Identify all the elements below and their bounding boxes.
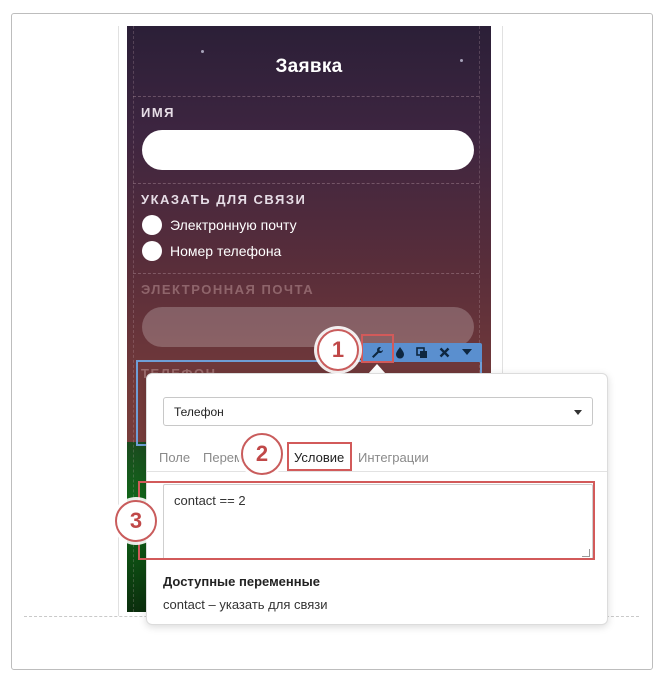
block-separator [133,183,479,184]
email-input[interactable] [142,307,474,347]
callout-3: 3 [115,500,157,542]
close-icon[interactable] [436,345,452,361]
star-decoration [201,50,204,53]
copy-icon[interactable] [414,345,430,361]
callout-2: 2 [241,433,283,475]
caret-down-icon [574,410,582,415]
name-input[interactable] [142,130,474,170]
field-select[interactable]: Телефон [163,397,593,426]
radio-phone[interactable]: Номер телефона [142,241,281,261]
email-label: ЭЛЕКТРОННАЯ ПОЧТА [141,282,315,297]
tab-condition[interactable]: Условие [294,450,344,465]
tab-integrations[interactable]: Интеграции [358,450,429,465]
radio-button[interactable] [142,241,162,261]
block-separator [133,273,479,274]
block-separator [133,96,479,97]
radio-button[interactable] [142,215,162,235]
variables-item: contact – указать для связи [163,597,328,612]
condition-input-highlight [138,481,595,560]
contact-label: УКАЗАТЬ ДЛЯ СВЯЗИ [141,192,307,207]
settings-button-highlight [361,334,394,363]
tab-variables[interactable]: Перем [203,450,243,465]
caret-down-icon[interactable] [459,345,475,361]
field-select-value: Телефон [174,405,224,419]
form-title: Заявка [275,56,343,77]
name-label: ИМЯ [141,105,176,120]
tab-field[interactable]: Поле [159,450,190,465]
radio-phone-label: Номер телефона [170,243,282,259]
radio-email[interactable]: Электронную почту [142,215,297,235]
variables-title: Доступные переменные [163,574,320,589]
callout-1: 1 [317,329,359,371]
radio-email-label: Электронную почту [170,217,297,233]
